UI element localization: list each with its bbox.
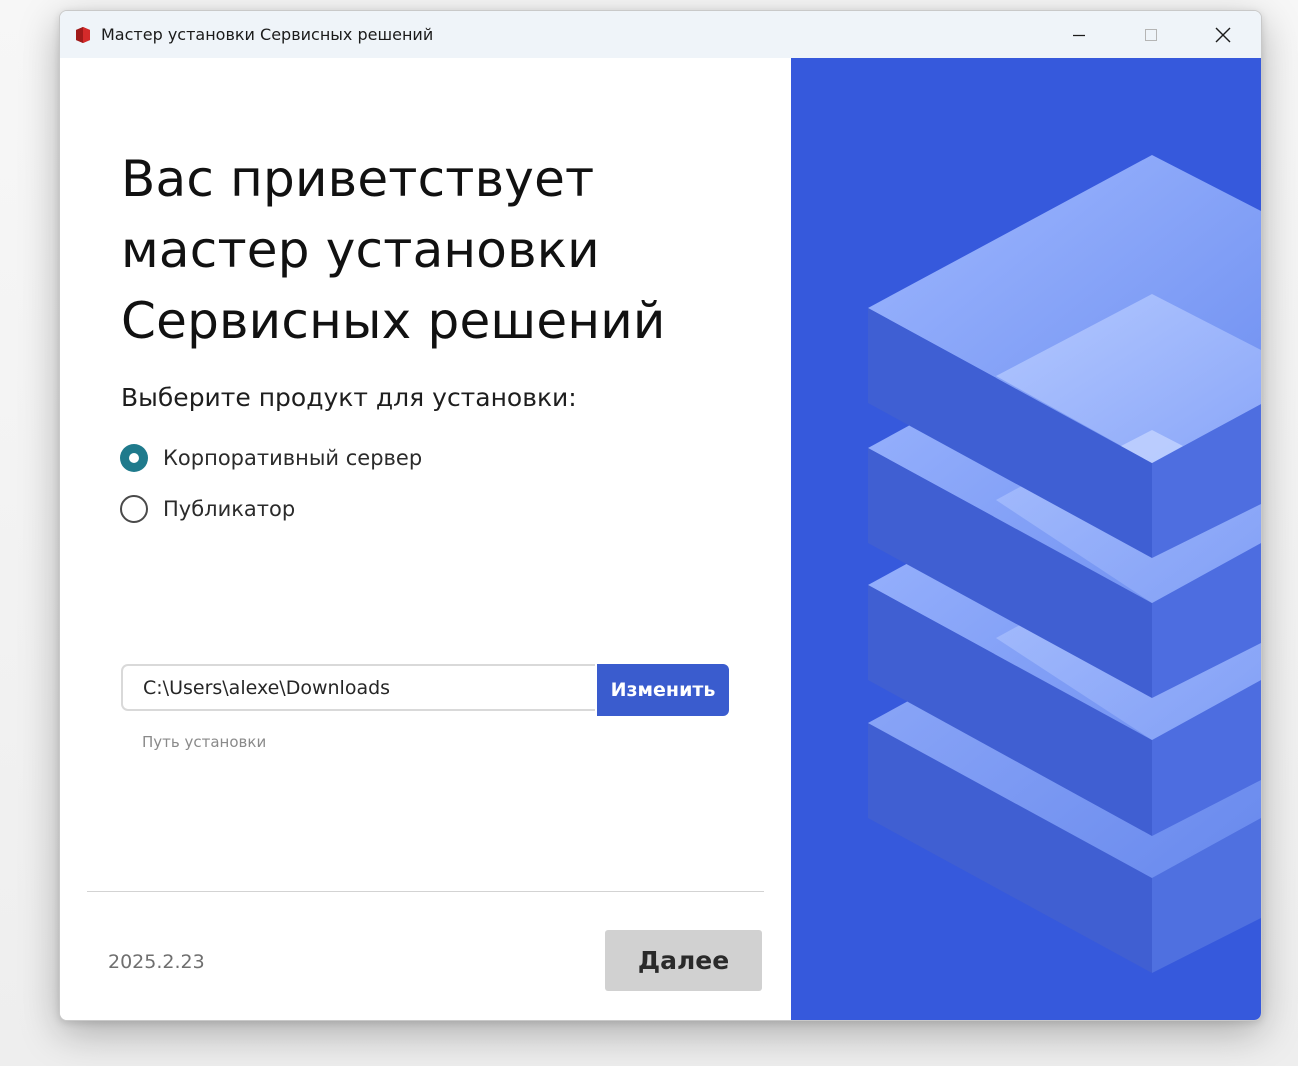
heading-line: Сервисных решений <box>121 292 666 350</box>
stacked-layers-illustration <box>868 155 1261 973</box>
next-button[interactable]: Далее <box>605 930 762 991</box>
welcome-heading: Вас приветствует мастер установки Сервис… <box>121 144 761 357</box>
install-path-caption: Путь установки <box>142 733 267 751</box>
install-path-input[interactable] <box>121 664 595 711</box>
content-panel: Вас приветствует мастер установки Сервис… <box>60 58 791 1020</box>
version-label: 2025.2.23 <box>108 951 205 973</box>
product-option-label: Публикатор <box>163 497 296 521</box>
minimize-button[interactable] <box>1043 11 1115 58</box>
product-option-label: Корпоративный сервер <box>163 446 423 470</box>
maximize-button[interactable] <box>1115 11 1187 58</box>
radio-button-unselected[interactable] <box>120 495 148 523</box>
change-path-button[interactable]: Изменить <box>597 664 729 716</box>
product-option-corporate-server[interactable]: Корпоративный сервер <box>120 444 422 472</box>
product-option-publisher[interactable]: Публикатор <box>120 495 295 523</box>
window-title: Мастер установки Сервисных решений <box>101 25 434 44</box>
desktop-background: Мастер установки Сервисных решений Вас п… <box>0 0 1298 1066</box>
heading-line: мастер установки <box>121 221 600 279</box>
illustration-panel <box>791 58 1261 1020</box>
radio-button-selected[interactable] <box>120 444 148 472</box>
app-logo-icon <box>76 26 90 43</box>
footer-divider <box>87 891 764 892</box>
heading-line: Вас приветствует <box>121 150 595 208</box>
installer-window: Мастер установки Сервисных решений Вас п… <box>59 10 1262 1021</box>
title-bar[interactable]: Мастер установки Сервисных решений <box>60 11 1261 58</box>
close-button[interactable] <box>1187 11 1259 58</box>
product-prompt: Выберите продукт для установки: <box>121 383 577 412</box>
close-icon <box>1215 27 1231 42</box>
maximize-icon <box>1145 28 1157 41</box>
minimize-icon <box>1073 34 1085 36</box>
